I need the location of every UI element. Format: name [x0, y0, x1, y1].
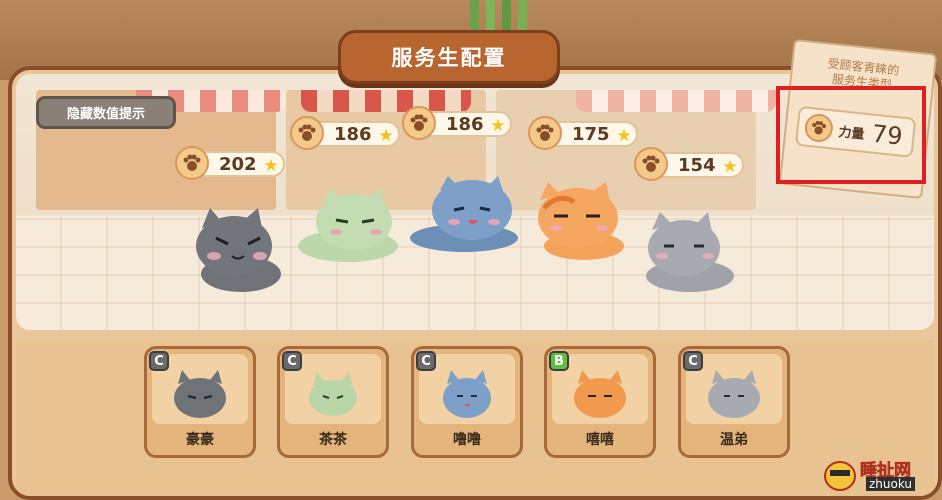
page-title: 服务生配置 — [338, 30, 560, 84]
value-bubble: 186 ★ — [402, 106, 512, 140]
bubble-value: 202 — [219, 153, 257, 175]
star-icon: ★ — [378, 126, 394, 146]
value-bubble: 154 ★ — [634, 147, 744, 181]
highlight-box — [776, 86, 926, 184]
rank-badge: C — [149, 351, 169, 371]
cat-name: 豪豪 — [186, 432, 214, 448]
value-bubble: 175 ★ — [528, 116, 638, 150]
cat-orange[interactable] — [530, 182, 630, 264]
bubble-value: 175 — [572, 123, 610, 145]
awning-right — [576, 90, 776, 112]
cat-name: 噜噜 — [453, 432, 481, 448]
rank-badge: C — [416, 351, 436, 371]
bubble-value: 154 — [678, 154, 716, 176]
star-icon: ★ — [722, 157, 738, 177]
cat-name: 嘻嘻 — [586, 432, 614, 448]
rank-badge: B — [549, 351, 569, 371]
hide-values-button[interactable]: 隐藏数值提示 — [36, 96, 176, 129]
roster-card[interactable]: B 嘻嘻 — [544, 346, 656, 458]
star-icon: ★ — [263, 156, 279, 176]
paw-icon — [634, 147, 668, 181]
star-icon: ★ — [616, 126, 632, 146]
roster-card[interactable]: C 温弟 — [678, 346, 790, 458]
roster-card[interactable]: C 豪豪 — [144, 346, 256, 458]
star-icon: ★ — [490, 116, 506, 136]
paw-icon — [402, 106, 436, 140]
cat-name: 茶茶 — [319, 432, 347, 448]
awning-center — [301, 90, 471, 112]
roster-card[interactable]: C 噜噜 — [411, 346, 523, 458]
roster-card[interactable]: C 茶茶 — [277, 346, 389, 458]
bubble-value: 186 — [334, 123, 372, 145]
bubble-value: 186 — [446, 113, 484, 135]
cat-name: 温弟 — [720, 432, 748, 448]
paw-icon — [175, 146, 209, 180]
cat-gray-tabby[interactable] — [186, 208, 286, 294]
watermark-line2: zhuoku — [866, 477, 916, 491]
cat-blue[interactable] — [406, 176, 522, 256]
rank-badge: C — [282, 351, 302, 371]
watermark: 睡扯网 zhuoku — [820, 450, 940, 498]
watermark-logo — [824, 461, 856, 491]
cat-green[interactable] — [292, 188, 404, 266]
cat-light-gray[interactable] — [638, 212, 742, 296]
paw-icon — [528, 116, 562, 150]
value-bubble: 186 ★ — [290, 116, 400, 150]
rank-badge: C — [683, 351, 703, 371]
value-bubble: 202 ★ — [175, 146, 285, 180]
paw-icon — [290, 116, 324, 150]
